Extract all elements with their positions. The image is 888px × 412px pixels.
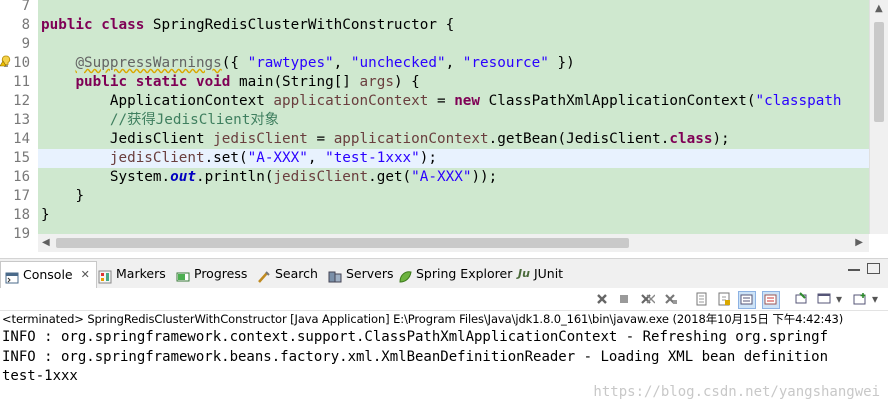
console-process-label: <terminated> SpringRedisClusterWithConst… <box>2 312 844 326</box>
remove-launch-icon[interactable] <box>594 291 610 307</box>
console-icon <box>5 268 19 284</box>
bottom-view-tabbar: Console ✕ Markers Progress Search Server… <box>0 258 888 289</box>
line-number: 13 <box>13 112 30 128</box>
tab-search[interactable]: Search <box>257 261 318 287</box>
line-number: 16 <box>13 169 30 185</box>
scroll-lock-icon[interactable] <box>716 291 732 307</box>
code-editor[interactable]: 7 8 9 10 11 12 13 14 15 16 17 18 19 publ… <box>0 0 888 252</box>
tab-console[interactable]: Console ✕ <box>0 261 97 288</box>
minimize-view-icon[interactable] <box>848 269 860 271</box>
console-output-line: test-1xxx <box>2 368 78 384</box>
scroll-up-arrow-icon[interactable]: ▲ <box>875 4 883 14</box>
vertical-scrollbar-thumb[interactable] <box>874 22 884 122</box>
line-number: 17 <box>13 188 30 204</box>
line-number: 18 <box>13 207 30 223</box>
code-line: JedisClient jedisClient = applicationCon… <box>109 131 730 147</box>
tab-servers[interactable]: Servers <box>328 261 394 287</box>
code-line: public class SpringRedisClusterWithConst… <box>41 17 455 33</box>
line-number: 10 <box>13 55 30 71</box>
line-number: 9 <box>21 36 30 52</box>
console-output-line: INFO : org.springframework.beans.factory… <box>2 349 829 365</box>
code-comment-line: //获得JedisClient对象 <box>109 112 279 128</box>
pin-console-icon[interactable] <box>793 291 809 307</box>
tab-spring-explorer[interactable]: Spring Explorer <box>398 261 512 287</box>
open-console-icon[interactable] <box>852 291 868 307</box>
tab-markers[interactable]: Markers <box>98 261 166 287</box>
close-tab-icon[interactable]: ✕ <box>81 262 90 288</box>
code-line: public static void main(String[] args) { <box>75 74 420 90</box>
scroll-left-arrow-icon[interactable]: ◀ <box>42 238 50 248</box>
terminate-icon[interactable] <box>616 291 632 307</box>
show-on-stderr-icon[interactable] <box>762 291 780 309</box>
scroll-right-arrow-icon[interactable]: ▶ <box>855 238 863 248</box>
watermark-text: https://blog.csdn.net/yangshangwei <box>593 384 880 400</box>
chevron-down-icon[interactable]: ▾ <box>834 291 844 307</box>
tab-progress[interactable]: Progress <box>176 261 247 287</box>
remove-all-launches-icon[interactable] <box>663 291 679 307</box>
line-number: 15 <box>13 150 30 166</box>
tab-junit[interactable]: Ju JUnit <box>518 261 563 287</box>
markers-icon <box>98 267 112 284</box>
current-code-line: jedisClient.set("A-XXX", "test-1xxx"); <box>38 149 869 168</box>
horizontal-scrollbar[interactable]: ◀ ▶ <box>38 234 869 252</box>
code-line: System.out.println(jedisClient.get("A-XX… <box>109 169 498 185</box>
chevron-down-icon[interactable]: ▾ <box>870 291 880 307</box>
junit-icon: Ju <box>518 267 530 280</box>
line-number: 14 <box>13 131 30 147</box>
code-line: ApplicationContext applicationContext = … <box>109 93 842 109</box>
servers-icon <box>328 267 342 283</box>
line-number: 11 <box>13 74 30 90</box>
show-on-stdout-icon[interactable] <box>738 291 756 309</box>
line-number: 8 <box>21 17 30 33</box>
remove-all-terminated-icon[interactable] <box>640 291 656 307</box>
clear-console-icon[interactable] <box>694 291 710 307</box>
code-area[interactable]: public class SpringRedisClusterWithConst… <box>38 0 869 234</box>
line-number: 19 <box>13 226 30 242</box>
code-line: } <box>41 207 50 223</box>
spring-leaf-icon <box>398 267 412 283</box>
search-icon <box>257 267 271 283</box>
console-toolbar: ▾ ▾ <box>0 288 888 311</box>
display-selected-console-icon[interactable] <box>816 291 832 307</box>
code-line: @SuppressWarnings({ "rawtypes", "uncheck… <box>75 55 575 71</box>
horizontal-scrollbar-thumb[interactable] <box>56 238 629 248</box>
progress-icon <box>176 267 190 282</box>
line-number: 12 <box>13 93 30 109</box>
line-number-gutter: 7 8 9 10 11 12 13 14 15 16 17 18 19 <box>0 0 36 242</box>
vertical-scrollbar[interactable]: ▲ <box>869 0 888 234</box>
maximize-view-icon[interactable] <box>867 263 880 274</box>
line-number: 7 <box>21 0 30 14</box>
code-line: } <box>75 188 85 204</box>
console-output-line: INFO : org.springframework.context.suppo… <box>2 329 829 345</box>
